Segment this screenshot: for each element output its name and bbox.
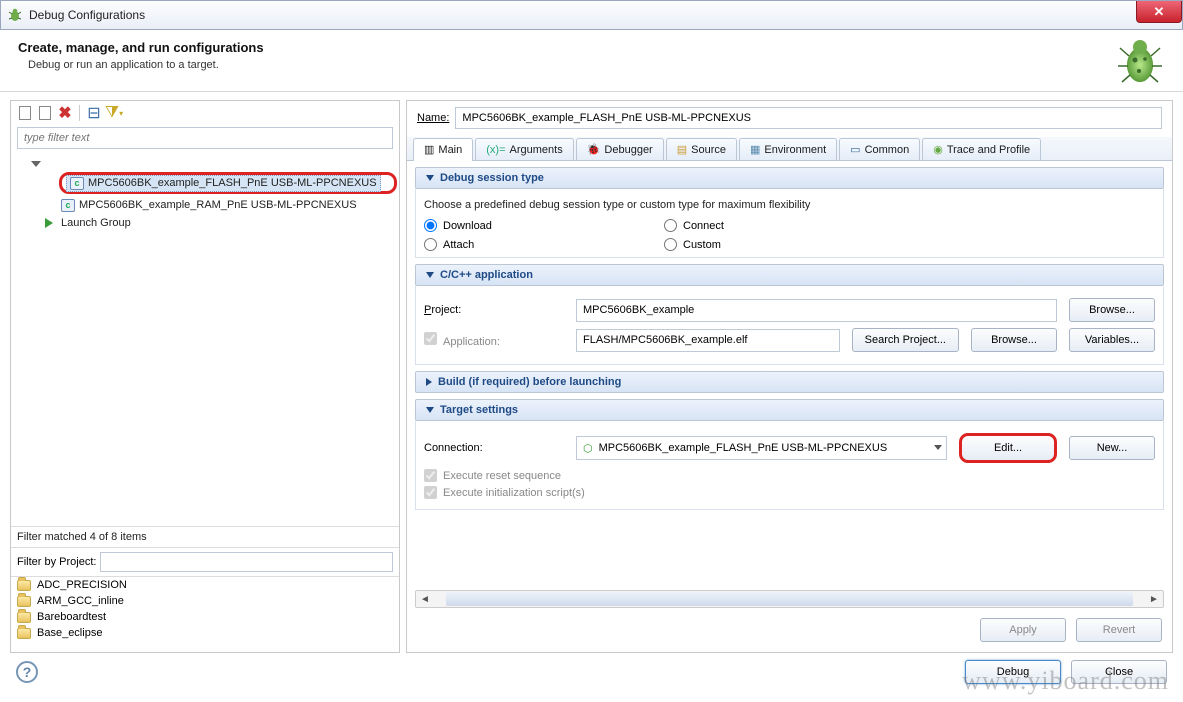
horizontal-scrollbar[interactable]: ◄ ► — [415, 590, 1164, 608]
tab-environment[interactable]: ▦Environment — [739, 138, 837, 160]
tab-debugger[interactable]: 🐞Debugger — [576, 138, 664, 160]
close-button[interactable]: Close — [1071, 660, 1167, 684]
tab-common[interactable]: ▭Common — [839, 138, 920, 160]
tree-toolbar: ✖ ⊟ ⧩▾ — [11, 101, 399, 125]
config-tree-panel: ✖ ⊟ ⧩▾ c MPC5606BK_example_FLASH_PnE USB… — [10, 100, 400, 653]
duplicate-config-icon[interactable] — [37, 105, 53, 121]
tab-arguments[interactable]: (x)=Arguments — [475, 138, 573, 160]
tree-item-flash[interactable]: c MPC5606BK_example_FLASH_PnE USB-ML-PPC… — [66, 175, 381, 192]
project-row[interactable]: ARM_GCC_inline — [11, 593, 399, 609]
filter-by-project-input[interactable] — [100, 552, 393, 572]
filter-icon[interactable]: ⧩▾ — [106, 105, 122, 121]
section-debug-session[interactable]: Debug session type — [415, 167, 1164, 189]
init-script-check: Execute initialization script(s) — [424, 486, 1155, 499]
project-row[interactable]: Bareboardtest — [11, 609, 399, 625]
radio-attach[interactable]: Attach — [424, 238, 604, 251]
section-build[interactable]: Build (if required) before launching — [415, 371, 1164, 393]
application-input[interactable] — [576, 329, 840, 352]
config-tree[interactable]: c MPC5606BK_example_FLASH_PnE USB-ML-PPC… — [11, 151, 399, 526]
project-row[interactable]: ADC_PRECISION — [11, 577, 399, 593]
folder-icon — [17, 628, 31, 639]
radio-connect[interactable]: Connect — [664, 219, 844, 232]
tab-main[interactable]: ▥Main — [413, 138, 473, 160]
bug-large-icon — [1115, 36, 1165, 86]
config-name-input[interactable] — [455, 107, 1162, 129]
new-config-icon[interactable] — [17, 105, 33, 121]
tree-group-codewarrior[interactable] — [13, 155, 397, 173]
debug-button[interactable]: Debug — [965, 660, 1061, 684]
revert-button: Revert — [1076, 618, 1162, 642]
help-icon[interactable]: ? — [16, 661, 38, 683]
c-icon: c — [61, 199, 75, 212]
connection-label: Connection: — [424, 442, 564, 454]
filter-matched-text: Filter matched 4 of 8 items — [11, 526, 399, 547]
delete-config-icon[interactable]: ✖ — [57, 105, 73, 121]
session-desc: Choose a predefined debug session type o… — [424, 199, 1155, 211]
collapse-icon — [426, 175, 434, 181]
connection-combo[interactable]: ⬡ MPC5606BK_example_FLASH_PnE USB-ML-PPC… — [576, 436, 947, 460]
expand-icon — [426, 378, 432, 386]
search-project-button[interactable]: Search Project... — [852, 328, 959, 352]
collapse-all-icon[interactable]: ⊟ — [86, 105, 102, 121]
tree-item-launch-group[interactable]: Launch Group — [13, 214, 397, 232]
close-window-button[interactable]: ✕ — [1136, 1, 1182, 23]
dropdown-icon — [934, 445, 942, 450]
scroll-left-icon[interactable]: ◄ — [416, 591, 434, 607]
window-title: Debug Configurations — [29, 8, 145, 22]
dialog-button-bar: ? Debug Close — [0, 653, 1183, 691]
scroll-right-icon[interactable]: ► — [1145, 591, 1163, 607]
launch-group-icon — [45, 218, 53, 228]
tree-item-ram[interactable]: c MPC5606BK_example_RAM_PnE USB-ML-PPCNE… — [13, 196, 397, 214]
application-checkbox — [424, 332, 437, 345]
reset-sequence-check: Execute reset sequence — [424, 469, 1155, 482]
folder-icon — [17, 596, 31, 607]
filter-text-input[interactable] — [17, 127, 393, 149]
c-icon: c — [70, 177, 84, 190]
project-input[interactable] — [576, 299, 1057, 322]
edit-connection-button[interactable]: Edit... — [959, 433, 1057, 463]
project-row[interactable]: Base_eclipse — [11, 625, 399, 641]
project-browse-button[interactable]: Browse... — [1069, 298, 1155, 322]
scroll-thumb[interactable] — [446, 592, 1133, 606]
radio-custom[interactable]: Custom — [664, 238, 844, 251]
filter-by-project-label: Filter by Project: — [17, 556, 96, 568]
tab-bar: ▥Main (x)=Arguments 🐞Debugger ▤Source ▦E… — [407, 137, 1172, 161]
name-label: Name: — [417, 112, 449, 124]
new-connection-button[interactable]: New... — [1069, 436, 1155, 460]
app-browse-button[interactable]: Browse... — [971, 328, 1057, 352]
radio-download[interactable]: Download — [424, 219, 604, 232]
dialog-header: Create, manage, and run configurations D… — [0, 30, 1183, 92]
config-detail-panel: Name: ▥Main (x)=Arguments 🐞Debugger ▤Sou… — [406, 100, 1173, 653]
section-target[interactable]: Target settings — [415, 399, 1164, 421]
collapse-icon — [426, 272, 434, 278]
apply-button: Apply — [980, 618, 1066, 642]
header-title: Create, manage, and run configurations — [18, 40, 1165, 55]
filter-by-project-row: Filter by Project: — [11, 547, 399, 576]
folder-icon — [17, 612, 31, 623]
header-subtitle: Debug or run an application to a target. — [18, 59, 1165, 71]
folder-icon — [17, 580, 31, 591]
application-label: Application: — [424, 332, 564, 348]
project-list[interactable]: ADC_PRECISION ARM_GCC_inline Bareboardte… — [11, 576, 399, 652]
tab-trace-profile[interactable]: ◉Trace and Profile — [922, 138, 1041, 160]
collapse-icon — [426, 407, 434, 413]
project-label: PProject:roject: — [424, 304, 564, 316]
bug-icon — [7, 7, 23, 23]
expand-icon — [31, 161, 41, 167]
tab-source[interactable]: ▤Source — [666, 138, 737, 160]
variables-button[interactable]: Variables... — [1069, 328, 1155, 352]
titlebar: Debug Configurations ✕ — [0, 0, 1183, 30]
highlighted-flash-config: c MPC5606BK_example_FLASH_PnE USB-ML-PPC… — [59, 172, 397, 194]
section-cpp-app[interactable]: C/C++ application — [415, 264, 1164, 286]
